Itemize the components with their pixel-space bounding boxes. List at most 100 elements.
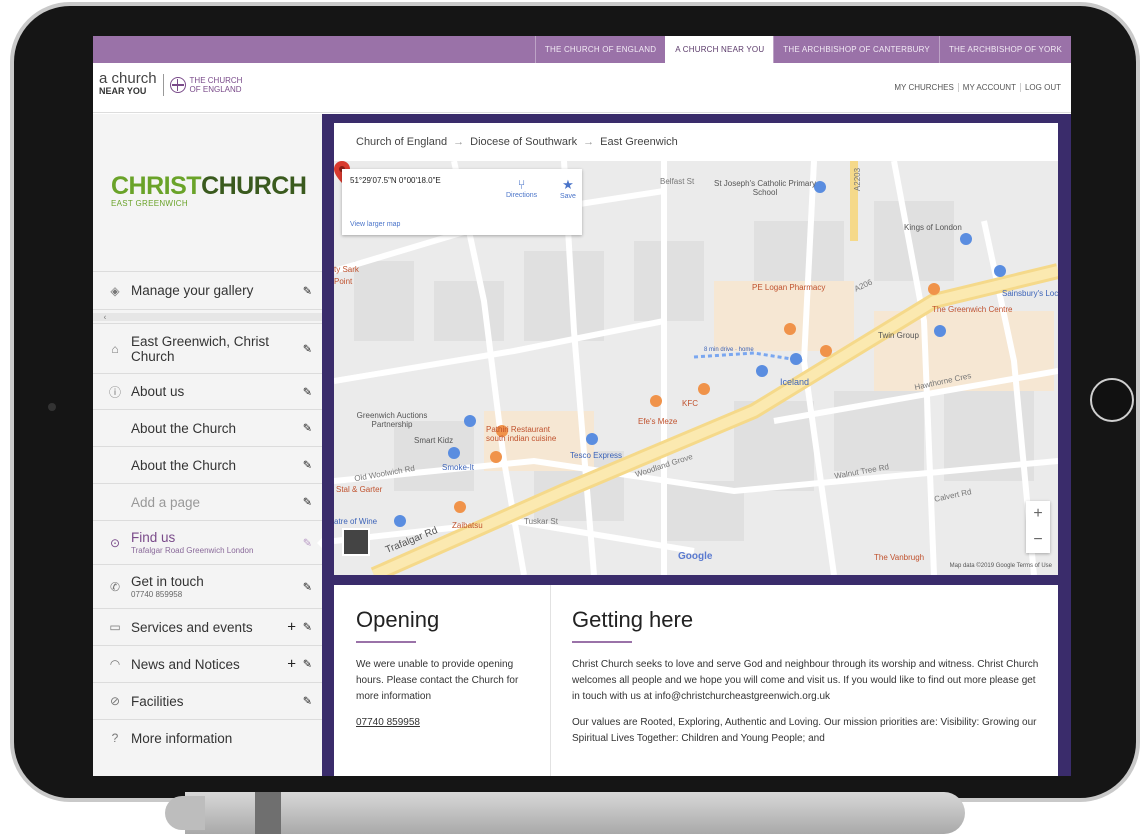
diamond-icon: ◈ xyxy=(110,283,120,298)
top-nav: THE CHURCH OF ENGLAND A CHURCH NEAR YOU … xyxy=(93,36,1071,63)
breadcrumb-current: East Greenwich xyxy=(600,136,678,148)
map-label-smoke-it: Smoke-It xyxy=(442,463,475,472)
google-map[interactable]: Belfast St St Joseph's Catholic Primary … xyxy=(334,161,1058,575)
church-brand: CHRISTCHURCH EAST GREENWICH xyxy=(111,172,307,208)
directions-icon: ⑂ xyxy=(517,177,526,192)
stage: THE CHURCH OF ENGLAND A CHURCH NEAR YOU … xyxy=(0,0,1141,836)
sidebar-menu: ◈ Manage your gallery ✎ ‹ ⌂ East Greenwi… xyxy=(93,271,322,756)
site-header: a church NEAR YOU THE CHURCH OF ENGLAND M… xyxy=(93,63,1071,113)
star-icon: ★ xyxy=(562,177,574,192)
pencil-icon[interactable]: ✎ xyxy=(303,695,312,708)
screen: THE CHURCH OF ENGLAND A CHURCH NEAR YOU … xyxy=(93,36,1071,776)
opening-text: We were unable to provide opening hours.… xyxy=(356,659,519,702)
opening-section: Opening We were unable to provide openin… xyxy=(356,607,526,741)
directions-button[interactable]: ⑂ Directions xyxy=(506,177,537,199)
map-label-cutty-sark: ty Sark xyxy=(334,265,359,274)
pencil-icon[interactable]: ✎ xyxy=(303,422,312,435)
pencil-icon[interactable]: ✎ xyxy=(303,621,312,634)
map-label-drive-time: 8 min drive · home xyxy=(704,347,754,353)
sidebar-item-add-page[interactable]: Add a page ✎ xyxy=(93,483,322,520)
getting-here-paragraph-1: Christ Church seeks to love and serve Go… xyxy=(572,659,1039,702)
breadcrumb-church-of-england[interactable]: Church of England xyxy=(356,136,447,148)
broadcast-icon: ◠ xyxy=(109,657,121,671)
phone-icon: ✆ xyxy=(109,579,121,594)
map-attribution[interactable]: Map data ©2019 Google Terms of Use xyxy=(950,563,1052,569)
top-nav-archbishop-canterbury[interactable]: THE ARCHBISHOP OF CANTERBURY xyxy=(773,36,939,63)
plus-icon[interactable]: + xyxy=(287,656,296,673)
sidebar-item-about-church-1[interactable]: About the Church ✎ xyxy=(93,409,322,446)
gallery-scroller[interactable]: ‹ xyxy=(93,309,322,323)
top-nav-a-church-near-you[interactable]: A CHURCH NEAR YOU xyxy=(665,36,774,63)
sidebar-item-label: About the Church xyxy=(131,457,237,473)
gallery-slider-track[interactable] xyxy=(93,313,322,321)
site-logo[interactable]: a church NEAR YOU THE CHURCH OF ENGLAND xyxy=(99,71,242,97)
pencil-icon[interactable]: ✎ xyxy=(303,496,312,509)
sidebar-item-news-notices[interactable]: ◠ News and Notices + ✎ xyxy=(93,645,322,682)
coe-line2: OF ENGLAND xyxy=(189,85,242,94)
map-label-sainsburys: Sainsbury's Loca xyxy=(1002,289,1058,298)
satellite-toggle[interactable] xyxy=(342,528,370,556)
zoom-in-button[interactable]: + xyxy=(1026,501,1050,527)
map-label-auctions: Greenwich Auctions Partnership xyxy=(356,411,428,429)
map-label-stal-garter: Stal & Garter xyxy=(336,485,383,494)
save-button[interactable]: ★ Save xyxy=(560,177,576,200)
map-label-greenwich-centre: The Greenwich Centre xyxy=(932,305,1013,314)
sidebar-item-about-us[interactable]: ⓘ About us ✎ xyxy=(93,373,322,409)
check-icon: ⊘ xyxy=(109,694,121,708)
sidebar-item-label: Get in touch xyxy=(131,574,204,589)
title-underline xyxy=(572,641,632,643)
question-icon: ? xyxy=(111,731,119,745)
getting-here-paragraph-2: Our values are Rooted, Exploring, Authen… xyxy=(572,717,1037,744)
logo-separator xyxy=(162,74,164,96)
sidebar-item-services-events[interactable]: ▭ Services and events + ✎ xyxy=(93,608,322,645)
map-zoom-control: + − xyxy=(1026,501,1050,553)
sidebar-item-sublabel: Trafalgar Road Greenwich London xyxy=(131,546,254,555)
pencil-icon[interactable]: ✎ xyxy=(303,658,312,671)
zoom-out-button[interactable]: − xyxy=(1026,527,1050,553)
acny-logo-text: a church NEAR YOU xyxy=(99,71,157,97)
breadcrumb-diocese[interactable]: Diocese of Southwark xyxy=(470,136,577,148)
map-coordinates: 51°29'07.5"N 0°00'18.0"E xyxy=(350,176,441,185)
sidebar-item-label: Find us xyxy=(131,530,176,545)
log-out-link[interactable]: LOG OUT xyxy=(1019,83,1065,92)
view-larger-map-link[interactable]: View larger map xyxy=(350,221,400,228)
sidebar-item-gallery[interactable]: ◈ Manage your gallery ✎ xyxy=(93,271,322,309)
sidebar-item-about-church-2[interactable]: About the Church ✎ xyxy=(93,446,322,483)
top-nav-archbishop-york[interactable]: THE ARCHBISHOP OF YORK xyxy=(938,36,1071,63)
my-account-link[interactable]: MY ACCOUNT xyxy=(957,83,1020,92)
sidebar-item-sublabel: 07740 859958 xyxy=(131,590,183,599)
map-label-iceland: Iceland xyxy=(780,377,810,387)
home-icon: ⌂ xyxy=(111,341,119,356)
top-nav-church-of-england[interactable]: THE CHURCH OF ENGLAND xyxy=(534,36,665,63)
plus-icon[interactable]: + xyxy=(287,619,296,636)
sidebar-item-label: Services and events xyxy=(131,619,253,635)
sidebar-item-get-in-touch[interactable]: ✆ Get in touch 07740 859958 ✎ xyxy=(93,564,322,608)
chevron-left-icon[interactable]: ‹ xyxy=(97,312,113,321)
pencil-icon[interactable]: ✎ xyxy=(303,459,312,472)
directions-label: Directions xyxy=(506,192,538,199)
pencil-icon[interactable]: ✎ xyxy=(303,284,312,297)
arrow-right-icon: → xyxy=(453,136,465,148)
sidebar-item-label: About us xyxy=(131,384,185,399)
sidebar-item-label: News and Notices xyxy=(131,656,240,672)
pencil-icon[interactable]: ✎ xyxy=(303,580,312,593)
sidebar-item-find-us[interactable]: ⊙ Find us Trafalgar Road Greenwich Londo… xyxy=(93,520,322,564)
map-label-zaibatsu: Zaibatsu xyxy=(452,521,483,530)
stylus-pencil xyxy=(165,792,965,834)
map-label-pathiri: Pathiri Restaurant south indian cuisine xyxy=(486,425,557,443)
sidebar-item-label: Add a page xyxy=(131,494,201,510)
sidebar-item-facilities[interactable]: ⊘ Facilities ✎ xyxy=(93,682,322,719)
sidebar-item-home[interactable]: ⌂ East Greenwich, Christ Church ✎ xyxy=(93,323,322,373)
panel-divider xyxy=(550,585,551,776)
tablet-home-button[interactable] xyxy=(1090,378,1134,422)
pencil-icon[interactable]: ✎ xyxy=(303,536,312,549)
my-churches-link[interactable]: MY CHURCHES xyxy=(890,83,957,92)
sidebar-item-more-information[interactable]: ? More information xyxy=(93,719,322,756)
opening-phone-link[interactable]: 07740 859958 xyxy=(356,715,526,731)
pencil-icon[interactable]: ✎ xyxy=(303,385,312,398)
compass-icon: ⊙ xyxy=(109,535,121,550)
map-label-smart-kidz: Smart Kidz xyxy=(414,436,454,445)
map-label-a2203: A2203 xyxy=(853,167,863,192)
calendar-icon: ▭ xyxy=(109,620,121,634)
pencil-icon[interactable]: ✎ xyxy=(303,342,312,355)
